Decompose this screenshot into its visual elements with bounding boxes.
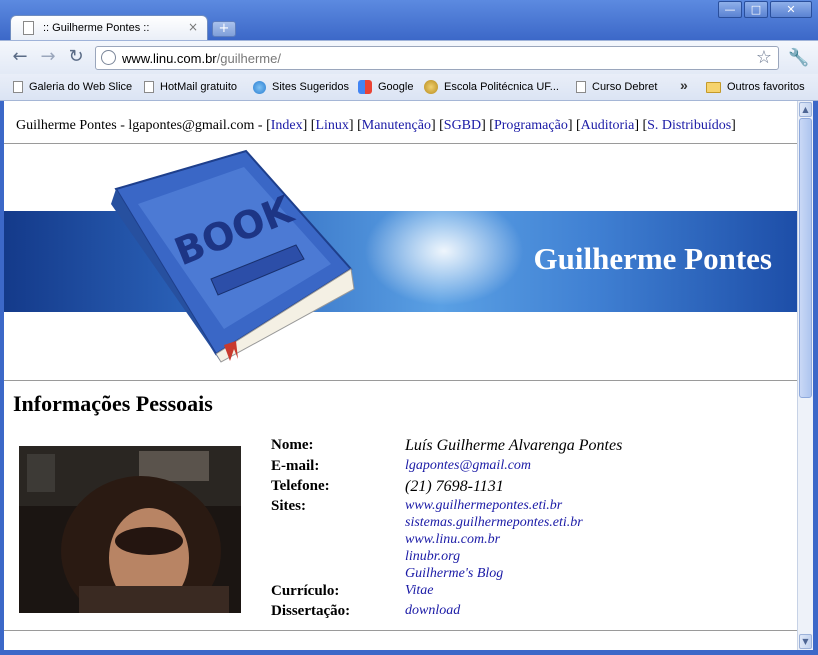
page-icon (13, 81, 23, 93)
nav-link-index[interactable]: Index (271, 118, 303, 133)
scroll-down-icon[interactable]: ▼ (799, 634, 812, 649)
window-controls: — □ ✕ (716, 1, 812, 18)
curriculo-link[interactable]: Vitae (405, 583, 434, 599)
nav-link-sgbd[interactable]: SGBD (444, 118, 481, 133)
banner-light (364, 196, 524, 306)
profile-photo (19, 446, 241, 613)
info-label: Telefone: (271, 478, 330, 494)
info-label: Sites: (271, 498, 306, 514)
vertical-scrollbar[interactable]: ▲ ▼ (797, 101, 813, 650)
reload-button[interactable]: ↻ (66, 47, 86, 67)
scroll-up-icon[interactable]: ▲ (799, 102, 812, 117)
nav-link-programacao[interactable]: Programação (494, 118, 568, 133)
page-icon (144, 81, 154, 93)
info-value: Luís Guilherme Alvarenga Pontes (405, 437, 623, 454)
bookmark-item[interactable]: Escola Politécnica UF... (424, 79, 559, 95)
url-text[interactable]: www.linu.com.br/guilherme/ (122, 51, 281, 66)
browser-tab[interactable]: :: Guilherme Pontes :: × (10, 15, 208, 41)
google-icon (358, 80, 372, 94)
title-bar: :: Guilherme Pontes :: × + — □ ✕ (0, 0, 818, 41)
bookmark-star-icon[interactable]: ☆ (756, 47, 772, 68)
info-label: Dissertação: (271, 603, 351, 619)
bookmarks-bar: Galeria do Web Slice HotMail gratuito Si… (0, 74, 818, 101)
nav-link-auditoria[interactable]: Auditoria (581, 118, 635, 133)
divider (4, 380, 797, 381)
tab-title: :: Guilherme Pontes :: (43, 22, 150, 34)
info-value: (21) 7698-1131 (405, 478, 504, 495)
maximize-button[interactable]: □ (744, 1, 768, 18)
back-button[interactable]: ← (10, 47, 30, 67)
divider (4, 143, 797, 144)
bookmark-item[interactable]: HotMail gratuito (144, 79, 237, 95)
page-icon (23, 21, 34, 35)
email-link[interactable]: lgapontes@gmail.com (405, 458, 531, 474)
info-label: Currículo: (271, 583, 340, 599)
top-nav: Guilherme Pontes - lgapontes@gmail.com -… (16, 118, 736, 133)
globe-icon (101, 50, 116, 65)
bookmark-item[interactable]: Sites Sugeridos (253, 79, 349, 95)
nav-link-s-distribuidos[interactable]: S. Distribuídos (647, 118, 731, 133)
nav-link-linux[interactable]: Linux (315, 118, 348, 133)
nav-link-manutencao[interactable]: Manutenção (362, 118, 431, 133)
window-frame (0, 650, 818, 655)
page-icon (576, 81, 586, 93)
browser-window: :: Guilherme Pontes :: × + — □ ✕ ← → ↻ w… (0, 0, 818, 655)
dissertacao-link[interactable]: download (405, 603, 460, 619)
minimize-button[interactable]: — (718, 1, 742, 18)
seal-icon (424, 80, 438, 94)
new-tab-button[interactable]: + (212, 21, 236, 37)
close-window-button[interactable]: ✕ (770, 1, 812, 18)
ie-icon (253, 80, 266, 94)
toolbar: ← → ↻ www.linu.com.br/guilherme/ ☆ 🔧 (0, 40, 818, 75)
forward-button[interactable]: → (38, 47, 58, 67)
bookmark-item[interactable]: Galeria do Web Slice (13, 79, 132, 95)
info-label: Nome: (271, 437, 314, 453)
wrench-icon[interactable]: 🔧 (788, 48, 809, 68)
bookmarks-overflow-button[interactable]: » (680, 77, 688, 93)
address-bar[interactable]: www.linu.com.br/guilherme/ ☆ (95, 46, 779, 70)
info-label: E-mail: (271, 458, 320, 474)
folder-icon (706, 81, 721, 93)
bookmark-item[interactable]: Curso Debret (576, 79, 657, 95)
book-image: BOOK (111, 149, 355, 363)
window-frame (813, 101, 818, 655)
section-title: Informações Pessoais (13, 391, 213, 416)
banner-title: Guilherme Pontes (533, 241, 773, 276)
bookmark-item[interactable]: Google (358, 79, 413, 95)
page-content: Guilherme Pontes - lgapontes@gmail.com -… (4, 101, 797, 650)
divider (4, 630, 797, 631)
tab-close-icon[interactable]: × (188, 20, 198, 34)
scroll-thumb[interactable] (799, 118, 812, 398)
other-bookmarks[interactable]: Outros favoritos (706, 79, 805, 95)
